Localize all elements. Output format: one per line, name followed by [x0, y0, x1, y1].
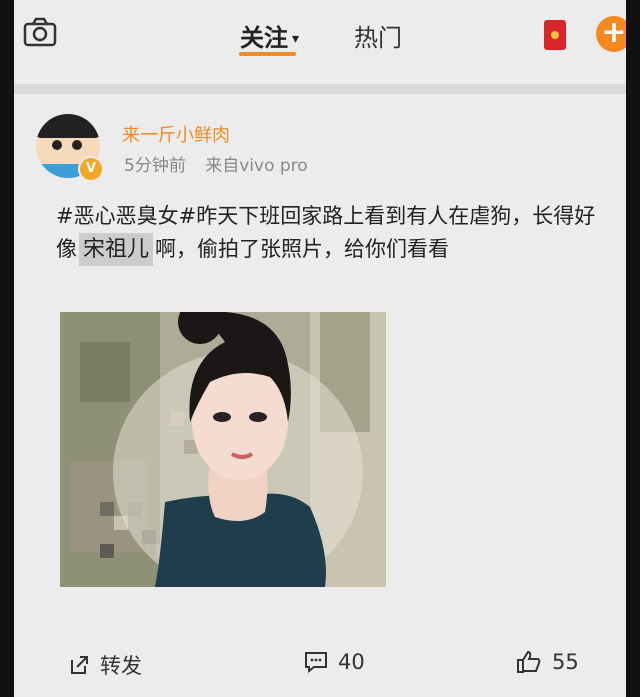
section-divider — [14, 84, 626, 94]
post-text: #恶心恶臭女#昨天下班回家路上看到有人在虐狗，长得好像 宋祖儿 啊，偷拍了张照片，给… — [56, 200, 616, 266]
active-tab-indicator — [239, 52, 296, 56]
like-count: 55 — [552, 650, 579, 674]
post-photo[interactable] — [60, 312, 386, 587]
tab-hot[interactable]: 热门 — [354, 18, 402, 53]
top-navigation-bar: 关注 ▾ 热门 + — [14, 0, 626, 80]
avatar-hair — [36, 114, 100, 138]
chevron-down-icon: ▾ — [292, 31, 300, 47]
post-source: 来自vivo pro — [205, 156, 308, 176]
avatar-eye-right — [72, 140, 82, 150]
post-username[interactable]: 来一斤小鲜肉 — [122, 121, 230, 147]
comment-button[interactable]: 40 — [304, 650, 365, 674]
camera-icon[interactable] — [22, 16, 58, 48]
post-action-bar: 转发 40 55 — [14, 642, 626, 682]
add-post-button[interactable]: + — [596, 16, 626, 52]
verified-badge-icon: V — [78, 156, 104, 182]
thumbs-up-icon — [517, 650, 541, 673]
repost-label: 转发 — [100, 654, 142, 678]
red-packet-icon[interactable] — [544, 20, 566, 50]
weibo-app-frame: 关注 ▾ 热门 + V 来一斤小鲜肉 5分钟前 来自vivo pro #恶心恶臭女… — [14, 0, 626, 697]
celebrity-name-label: 宋祖儿 — [79, 233, 154, 266]
post-time: 5分钟前 — [124, 156, 186, 176]
comment-icon — [305, 652, 327, 673]
avatar-eye-left — [52, 140, 62, 150]
post-meta: 5分钟前 来自vivo pro — [124, 151, 308, 176]
photo-illustration — [60, 312, 386, 587]
tab-follow-label: 关注 — [240, 24, 288, 52]
repost-button[interactable]: 转发 — [68, 650, 142, 680]
comment-count: 40 — [338, 650, 365, 674]
like-button[interactable]: 55 — [516, 650, 579, 674]
post-text-after: 啊，偷拍了张照片，给你们看看 — [155, 237, 450, 261]
tab-follow[interactable]: 关注 ▾ — [240, 18, 299, 53]
share-icon — [71, 656, 88, 674]
